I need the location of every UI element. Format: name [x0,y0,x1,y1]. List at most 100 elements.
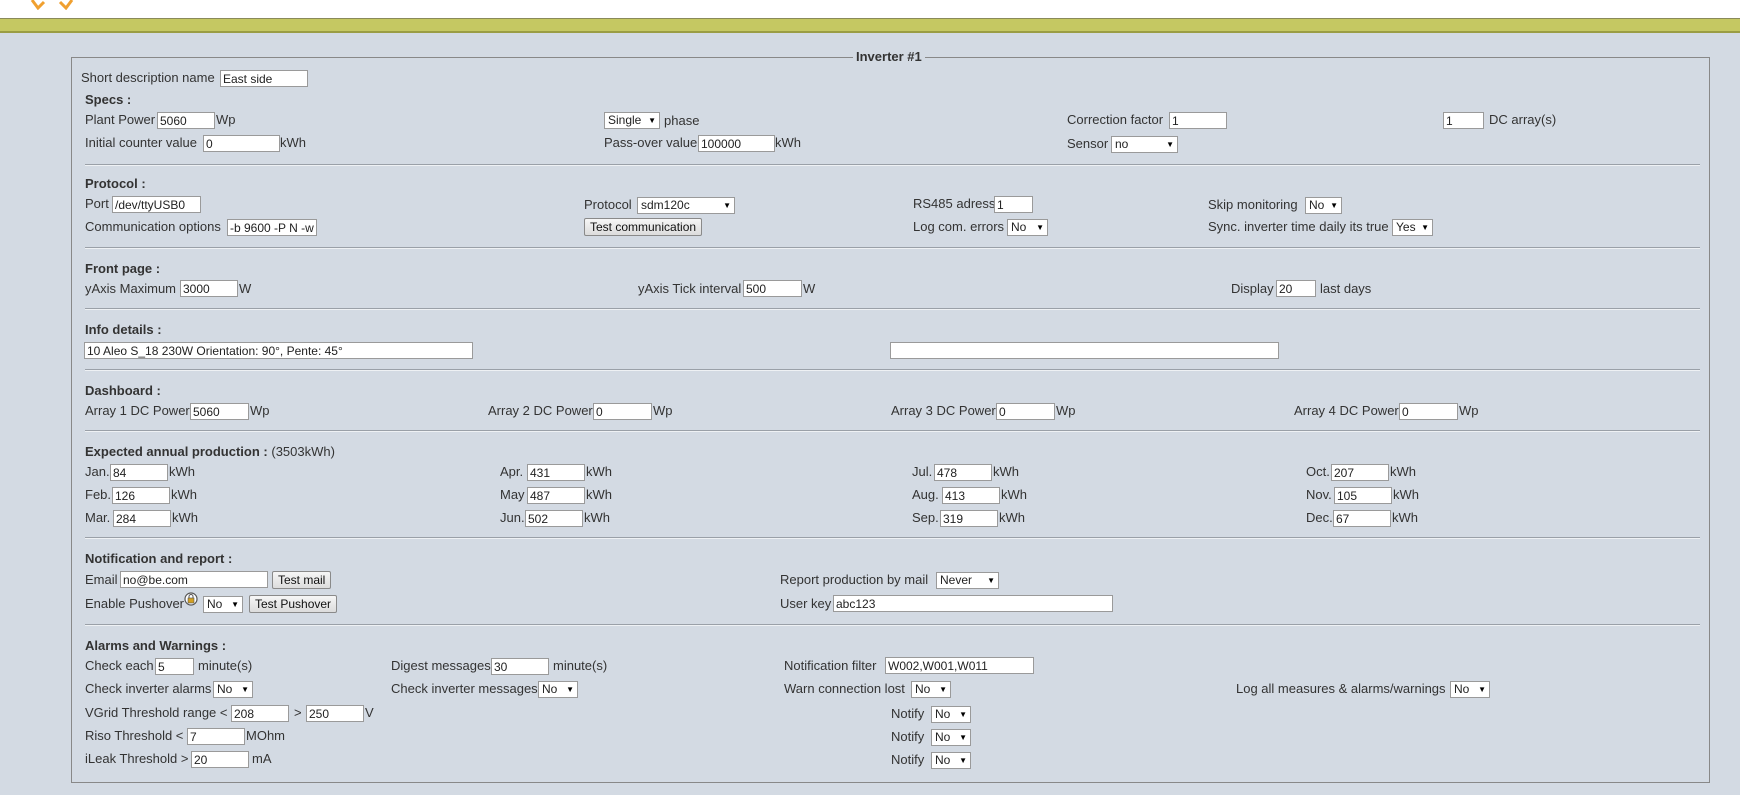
fieldset-title: Inverter #1 [853,49,925,64]
test-pushover-button[interactable]: Test Pushover [249,595,338,613]
chevron-down-icon: ▼ [1330,201,1338,210]
month-input-nov[interactable] [1334,487,1392,504]
report-select[interactable]: Never ▼ [936,572,999,589]
riso-input[interactable] [187,728,245,745]
phase-select[interactable]: Single ▼ [604,112,660,129]
month-input-jan[interactable] [110,464,168,481]
array2-input[interactable] [593,403,652,420]
log-all-label: Log all measures & alarms/warnings [1236,681,1446,696]
month-label-mar: Mar. [85,510,111,525]
skip-select[interactable]: No ▼ [1305,197,1342,214]
pushover-label: Enable Pushover [85,596,185,611]
notify-riso-label: Notify [891,729,925,744]
check-alarms-select-value: No [217,682,233,696]
notif-filter-input[interactable] [885,657,1034,674]
month-unit-dec: kWh [1392,510,1418,525]
month-input-jun[interactable] [525,510,583,527]
month-input-may[interactable] [527,487,585,504]
month-input-sep[interactable] [940,510,998,527]
month-input-apr[interactable] [527,464,585,481]
notify-riso-select[interactable]: No ▼ [931,729,971,746]
month-input-jul[interactable] [934,464,992,481]
display-label: Display [1231,281,1274,296]
email-label: Email [85,572,118,587]
log-all-select-value: No [1454,682,1470,696]
dc-arrays-label: DC array(s) [1489,112,1557,127]
log-errors-label: Log com. errors [913,219,1005,234]
plant-power-input[interactable] [157,112,215,129]
month-label-jan: Jan. [85,464,110,479]
vgrid-high-input[interactable] [306,705,364,722]
expected-total: (3503kWh) [271,444,335,459]
yaxis-max-input[interactable] [180,280,238,297]
correction-label: Correction factor [1067,112,1164,127]
chevron-down-icon: ▼ [959,733,967,742]
chevron-down-icon: ▼ [231,600,239,609]
short-desc-input[interactable] [220,70,308,87]
month-unit-mar: kWh [172,510,198,525]
log-errors-select[interactable]: No ▼ [1007,219,1048,236]
month-unit-may: kWh [586,487,612,502]
yaxis-tick-input[interactable] [743,280,802,297]
warn-lost-label: Warn connection lost [784,681,905,696]
month-input-oct[interactable] [1331,464,1389,481]
info-line1-input[interactable] [84,342,473,359]
month-input-aug[interactable] [942,487,1000,504]
check-messages-select[interactable]: No ▼ [538,681,578,698]
sync-time-select[interactable]: Yes ▼ [1392,219,1433,236]
month-label-dec: Dec. [1306,510,1333,525]
notify-vgrid-select[interactable]: No ▼ [931,706,971,723]
array4-input[interactable] [1399,403,1458,420]
digest-input[interactable] [491,658,549,675]
log-all-select[interactable]: No ▼ [1450,681,1490,698]
sensor-select[interactable]: no ▼ [1111,136,1178,153]
test-communication-button[interactable]: Test communication [584,218,703,236]
user-key-input[interactable] [833,595,1113,612]
passover-unit: kWh [775,135,801,150]
correction-input[interactable] [1169,112,1227,129]
month-label-sep: Sep. [912,510,939,525]
info-title: Info details : [85,322,162,337]
protocol-select[interactable]: sdm120c ▼ [637,197,735,214]
pushover-info-icon[interactable] [184,592,198,606]
chevron-down-icon: ▼ [1036,223,1044,232]
dc-arrays-input[interactable] [1443,112,1484,129]
month-label-jul: Jul. [912,464,933,479]
check-each-input[interactable] [155,658,194,675]
warn-lost-select[interactable]: No ▼ [911,681,951,698]
port-input[interactable] [112,196,201,213]
rs485-input[interactable] [994,196,1033,213]
ileak-label: iLeak Threshold > [85,751,189,766]
month-label-nov: Nov. [1306,487,1332,502]
check-each-unit: minute(s) [198,658,253,673]
comm-options-input[interactable] [227,219,317,236]
month-input-feb[interactable] [112,487,170,504]
chevron-down-icon: ▼ [1166,140,1174,149]
phase-select-value: Single [608,113,642,127]
initial-counter-label: Initial counter value [85,135,198,150]
info-line2-input[interactable] [890,342,1279,359]
array3-input[interactable] [996,403,1055,420]
divider [85,369,1700,371]
email-input[interactable] [120,571,268,588]
initial-counter-input[interactable] [203,135,280,152]
report-select-value: Never [940,573,973,587]
pushover-select[interactable]: No ▼ [203,596,243,613]
passover-input[interactable] [698,135,775,152]
month-input-mar[interactable] [113,510,171,527]
notify-ileak-select[interactable]: No ▼ [931,752,971,769]
test-mail-button[interactable]: Test mail [272,571,332,589]
array4-unit: Wp [1459,403,1479,418]
notify-ileak-select-value: No [935,753,951,767]
month-input-dec[interactable] [1333,510,1391,527]
check-alarms-select[interactable]: No ▼ [213,681,253,698]
chevron-down-icon: ▼ [959,756,967,765]
display-input[interactable] [1276,280,1316,297]
ileak-input[interactable] [191,751,249,768]
vgrid-low-input[interactable] [231,705,289,722]
check-messages-select-value: No [542,682,558,696]
array1-input[interactable] [190,403,249,420]
chevron-down-icon: ▼ [648,116,656,125]
divider [85,537,1700,539]
top-header [0,0,1740,19]
